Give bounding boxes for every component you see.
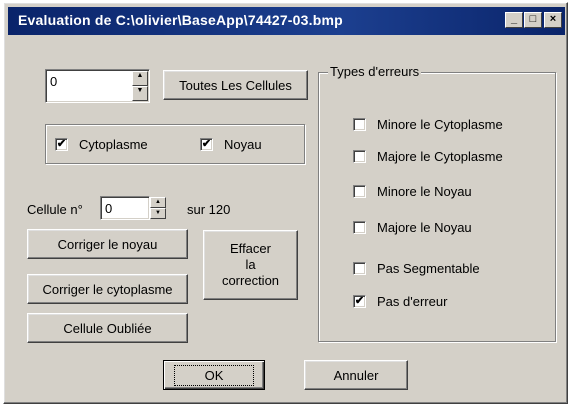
cancel-button[interactable]: Annuler <box>304 360 408 390</box>
noyau-checkbox[interactable]: ✔ <box>200 138 213 151</box>
cytoplasme-label: Cytoplasme <box>79 137 148 152</box>
fix-nucleus-button[interactable]: Corriger le noyau <box>27 229 188 259</box>
counter-spin-down-button[interactable]: ▼ <box>132 86 148 101</box>
clear-correction-button[interactable]: Effacer la correction <box>203 230 298 300</box>
ok-button[interactable]: OK <box>163 360 265 390</box>
noyau-label: Noyau <box>224 137 262 152</box>
check-icon: ✔ <box>56 138 67 150</box>
error-majore-noyau-checkbox[interactable] <box>353 221 366 234</box>
cell-number-input[interactable]: 0 <box>100 196 150 220</box>
counter-spin-up-button[interactable]: ▲ <box>132 71 148 86</box>
error-types-legend: Types d'erreurs <box>328 64 422 79</box>
error-minore-noyau-checkbox[interactable] <box>353 185 366 198</box>
maximize-button[interactable]: □ <box>524 12 542 28</box>
clear-correction-line3: correction <box>221 273 280 288</box>
title-bar[interactable]: Evaluation de C:\olivier\BaseApp\74427-0… <box>8 7 565 35</box>
error-minore-cytoplasme-checkbox[interactable] <box>353 118 366 131</box>
cytoplasme-checkbox[interactable]: ✔ <box>55 138 68 151</box>
cell-total-text: sur 120 <box>187 202 231 217</box>
error-pas-erreur-label: Pas d'erreur <box>377 294 448 309</box>
error-pas-segmentable-label: Pas Segmentable <box>377 261 480 276</box>
clear-correction-line1: Effacer <box>230 241 271 256</box>
close-button[interactable]: × <box>544 12 562 28</box>
window-title: Evaluation de C:\olivier\BaseApp\74427-0… <box>18 12 343 28</box>
all-cells-button[interactable]: Toutes Les Cellules <box>163 70 308 100</box>
error-pas-erreur-checkbox[interactable]: ✔ <box>353 295 366 308</box>
check-icon: ✔ <box>201 138 212 150</box>
fix-cytoplasm-button[interactable]: Corriger le cytoplasme <box>27 274 188 304</box>
counter-value: 0 <box>50 74 58 89</box>
error-majore-cytoplasme-checkbox[interactable] <box>353 150 366 163</box>
check-icon: ✔ <box>354 295 365 307</box>
error-minore-cytoplasme-label: Minore le Cytoplasme <box>377 117 503 132</box>
minimize-button[interactable]: _ <box>505 12 523 28</box>
error-pas-segmentable-checkbox[interactable] <box>353 262 366 275</box>
clear-correction-line2: la <box>245 257 256 272</box>
error-majore-noyau-label: Majore le Noyau <box>377 220 472 235</box>
cell-number-value: 0 <box>105 201 113 216</box>
cell-spin-down-button[interactable]: ▼ <box>150 208 166 219</box>
ok-label: OK <box>173 364 255 386</box>
error-majore-cytoplasme-label: Majore le Cytoplasme <box>377 149 503 164</box>
cell-spin-up-button[interactable]: ▲ <box>150 197 166 208</box>
error-minore-noyau-label: Minore le Noyau <box>377 184 472 199</box>
forgotten-cell-button[interactable]: Cellule Oubliée <box>27 313 188 343</box>
cell-number-label: Cellule n° <box>27 202 83 217</box>
